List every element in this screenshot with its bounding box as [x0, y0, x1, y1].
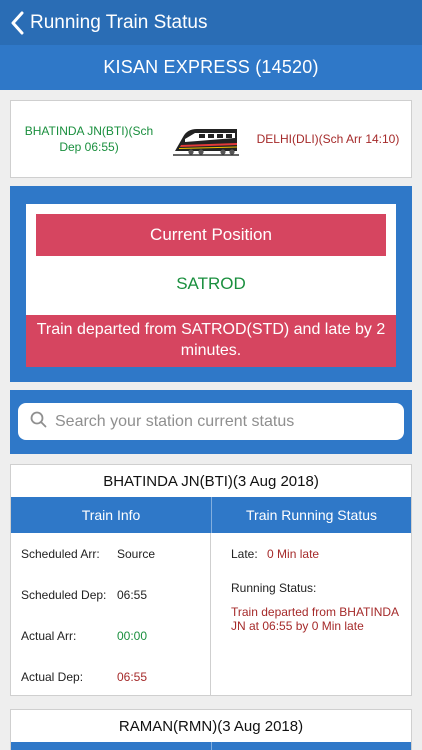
route-destination: DELHI(DLI)(Sch Arr 14:10)	[256, 132, 400, 146]
actual-arr-label: Actual Arr:	[21, 629, 77, 643]
train-info-header: Train Info	[81, 507, 141, 523]
actual-arr-value: 00:00	[117, 629, 148, 643]
late-value: 0 Min late	[267, 547, 320, 561]
station-card: BHATINDA JN(BTI)(3 Aug 2018) Train Info …	[10, 464, 412, 696]
station-column-headers: Train Info Train Running Status	[11, 497, 411, 533]
station-card: RAMAN(RMN)(3 Aug 2018)	[10, 709, 412, 750]
route-card: BHATINDA JN(BTI)(Sch Dep 06:55) DELHI(DL…	[10, 100, 412, 178]
actual-dep-row: Actual Dep: 06:55	[21, 670, 147, 684]
scheduled-dep-value: 06:55	[117, 588, 148, 602]
train-info-column: Scheduled Arr: Source Scheduled Dep: 06:…	[11, 533, 211, 696]
current-station: SATROD	[176, 274, 246, 293]
late-label: Late:	[231, 547, 258, 561]
train-name-header: KISAN EXPRESS (14520)	[0, 45, 422, 90]
current-position-panel: Current Position SATROD Train departed f…	[10, 186, 412, 382]
scheduled-dep-label: Scheduled Dep:	[21, 588, 107, 602]
station-details: Scheduled Arr: Source Scheduled Dep: 06:…	[11, 533, 411, 696]
train-info-header	[11, 742, 211, 750]
actual-dep-label: Actual Dep:	[21, 670, 84, 684]
scheduled-dep-row: Scheduled Dep: 06:55	[21, 588, 147, 602]
running-status-header	[211, 742, 411, 750]
train-icon	[161, 121, 251, 157]
running-status-label: Running Status:	[231, 581, 317, 595]
current-position-title: Current Position	[36, 214, 386, 256]
search-input[interactable]	[55, 412, 385, 431]
current-position-card: Current Position SATROD Train departed f…	[26, 204, 396, 367]
back-button[interactable]: Running Train Status	[0, 0, 207, 45]
actual-arr-row: Actual Arr: 00:00	[21, 629, 147, 643]
station-name: BHATINDA JN(BTI)(3 Aug 2018)	[103, 472, 319, 490]
scheduled-arr-value: Source	[117, 547, 156, 561]
chevron-left-icon	[10, 11, 24, 35]
running-status-header: Train Running Status	[211, 497, 411, 533]
status-message: Train departed from SATROD(STD) and late…	[26, 315, 396, 367]
nav-bar: Running Train Status	[0, 0, 422, 45]
scheduled-arr-label: Scheduled Arr:	[21, 547, 100, 561]
search-icon	[30, 411, 47, 433]
station-name: RAMAN(RMN)(3 Aug 2018)	[118, 717, 304, 735]
running-status-text: Train departed from BHATINDA JN at 06:55…	[231, 605, 399, 633]
actual-dep-value: 06:55	[117, 670, 148, 684]
station-column-headers	[11, 742, 411, 750]
running-status-column: Late: 0 Min late Running Status: Train d…	[211, 533, 411, 696]
late-row: Late: 0 Min late	[231, 547, 319, 561]
search-panel	[10, 390, 412, 454]
scheduled-arr-row: Scheduled Arr: Source	[21, 547, 155, 561]
route-origin: BHATINDA JN(BTI)(Sch Dep 06:55)	[24, 124, 154, 154]
nav-title: Running Train Status	[30, 11, 208, 33]
search-box[interactable]	[18, 403, 404, 440]
